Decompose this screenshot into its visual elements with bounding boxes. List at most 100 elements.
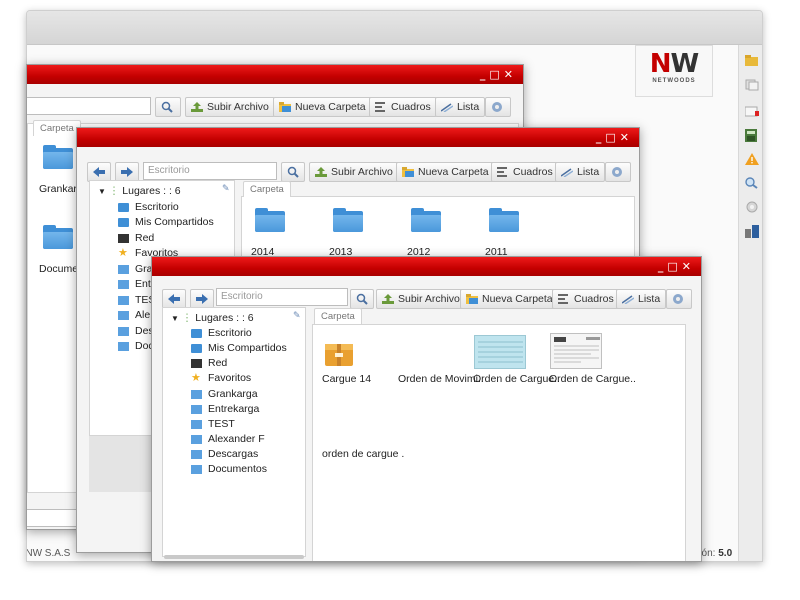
settings-button[interactable] xyxy=(485,97,511,117)
settings-button[interactable] xyxy=(666,289,692,309)
search-icon[interactable] xyxy=(745,177,759,189)
back-button[interactable] xyxy=(87,162,111,182)
arrow-right-icon xyxy=(196,294,208,304)
tree-item-folder[interactable]: Doc xyxy=(118,340,154,352)
tree-item-red[interactable]: Red xyxy=(118,232,154,244)
search-button[interactable] xyxy=(350,289,374,309)
minimize-button[interactable]: _ xyxy=(658,260,668,273)
tree-item-alexander[interactable]: Alexander F xyxy=(191,433,265,445)
tree-item-folder[interactable]: Gra xyxy=(118,263,153,275)
warning-icon[interactable] xyxy=(745,153,759,165)
copy-icon[interactable] xyxy=(745,79,759,91)
maximize-button[interactable]: □ xyxy=(489,68,503,81)
search-input[interactable]: Escritorio xyxy=(216,288,348,306)
window-middle-titlebar[interactable]: _□✕ xyxy=(77,128,639,147)
grid-view-button[interactable]: Cuadros xyxy=(491,162,559,182)
gear-icon[interactable] xyxy=(745,201,759,213)
calculator-icon[interactable] xyxy=(745,129,759,142)
tree-item-red[interactable]: Red xyxy=(191,357,227,369)
document-thumbnail[interactable] xyxy=(550,333,602,369)
list-view-button[interactable]: Lista xyxy=(555,162,606,182)
forward-button[interactable] xyxy=(115,162,139,182)
folder-icon[interactable] xyxy=(43,225,73,249)
list-view-button[interactable]: Lista xyxy=(435,97,486,117)
grid-view-button[interactable]: Cuadros xyxy=(552,289,620,309)
tree-item-folder[interactable]: TES xyxy=(118,294,155,306)
tree-root[interactable]: ▼ ⋮ Lugares : : 6 xyxy=(98,185,181,197)
tree-item-test[interactable]: TEST xyxy=(191,418,235,430)
folder-icon[interactable] xyxy=(43,145,73,169)
tree-item-entrekarga[interactable]: Entrekarga xyxy=(191,403,259,415)
window-front-titlebar[interactable]: _□✕ xyxy=(152,257,701,276)
search-button[interactable] xyxy=(155,97,181,117)
mail-icon[interactable] xyxy=(744,105,759,117)
forward-button[interactable] xyxy=(190,289,214,309)
arrow-left-icon xyxy=(168,294,180,304)
tree-item-favoritos[interactable]: ★ Favoritos xyxy=(191,372,251,384)
tree-item-compartidos[interactable]: Mis Compartidos xyxy=(191,342,287,354)
tree-item-compartidos[interactable]: Mis Compartidos xyxy=(118,216,214,228)
tree-item-label: Favoritos xyxy=(208,372,252,384)
minimize-button[interactable]: _ xyxy=(596,131,606,144)
new-folder-label: Nueva Carpeta xyxy=(295,101,366,113)
new-folder-button[interactable]: Nueva Carpeta xyxy=(273,97,372,117)
search-button[interactable] xyxy=(281,162,305,182)
tree-item-label: Escritorio xyxy=(135,201,179,213)
minimize-button[interactable]: _ xyxy=(480,68,490,81)
search-input[interactable]: Escritorio xyxy=(143,162,277,180)
tree-item-folder[interactable]: Des xyxy=(118,325,154,337)
upload-button[interactable]: Subir Archivo xyxy=(309,162,399,182)
maximize-button[interactable]: □ xyxy=(605,131,619,144)
list-view-label: Lista xyxy=(457,101,480,113)
pin-icon[interactable]: ✎ xyxy=(222,183,230,194)
grid-view-button[interactable]: Cuadros xyxy=(369,97,437,117)
new-folder-button[interactable]: Nueva Carpeta xyxy=(396,162,495,182)
folder-icon xyxy=(118,341,129,351)
new-folder-button[interactable]: Nueva Carpeta xyxy=(460,289,559,309)
tree-item-documentos[interactable]: Documentos xyxy=(191,463,267,475)
folder-icon xyxy=(191,419,202,429)
upload-button[interactable]: Subir Archivo xyxy=(185,97,275,117)
pin-icon[interactable]: ✎ xyxy=(293,310,301,321)
document-thumbnail[interactable] xyxy=(474,335,526,369)
folder-open-icon[interactable] xyxy=(745,55,759,67)
networds-logo: NW NETWOODS xyxy=(635,45,713,97)
close-button[interactable]: ✕ xyxy=(682,260,695,273)
close-button[interactable]: ✕ xyxy=(504,68,517,81)
back-button[interactable] xyxy=(162,289,186,309)
tree-item-grankarga[interactable]: Grankarga xyxy=(191,388,258,400)
folder-icon xyxy=(191,464,202,474)
tree-item-folder[interactable]: Entr xyxy=(118,278,154,290)
tree-item-descargas[interactable]: Descargas xyxy=(191,448,258,460)
gear-icon xyxy=(492,102,502,112)
tree-root[interactable]: ▼ ⋮ Lugares : : 6 xyxy=(171,312,254,324)
close-button[interactable]: ✕ xyxy=(620,131,633,144)
tree-item-folder[interactable]: Ale xyxy=(118,309,150,321)
file-label[interactable]: orden de cargue . xyxy=(322,448,404,460)
grid-view-icon xyxy=(375,102,387,112)
list-view-label: Lista xyxy=(638,293,661,305)
tree-item-escritorio[interactable]: Escritorio xyxy=(191,327,252,339)
app-top-bar xyxy=(27,11,762,45)
list-view-button[interactable]: Lista xyxy=(616,289,667,309)
tab-carpeta[interactable]: Carpeta xyxy=(33,120,81,136)
folder-icon[interactable] xyxy=(489,208,519,232)
tree-scrollbar[interactable] xyxy=(164,555,304,559)
folder-icon[interactable] xyxy=(411,208,441,232)
window-back-titlebar[interactable]: _□✕ xyxy=(27,65,523,84)
folder-icon[interactable] xyxy=(255,208,285,232)
tab-carpeta[interactable]: Carpeta xyxy=(243,181,291,197)
package-icon[interactable] xyxy=(324,341,354,367)
tree-item-label: Mis Compartidos xyxy=(208,342,287,354)
tree-item-label: Entrekarga xyxy=(208,403,260,415)
user-lock-icon[interactable] xyxy=(745,225,759,238)
tab-carpeta[interactable]: Carpeta xyxy=(314,308,362,324)
folder-icon[interactable] xyxy=(333,208,363,232)
upload-button[interactable]: Subir Archivo xyxy=(376,289,466,309)
settings-button[interactable] xyxy=(605,162,631,182)
network-icon xyxy=(191,358,202,368)
search-input[interactable] xyxy=(27,97,151,115)
tree-item-escritorio[interactable]: Escritorio xyxy=(118,201,179,213)
upload-label: Subir Archivo xyxy=(207,101,269,113)
maximize-button[interactable]: □ xyxy=(667,260,681,273)
